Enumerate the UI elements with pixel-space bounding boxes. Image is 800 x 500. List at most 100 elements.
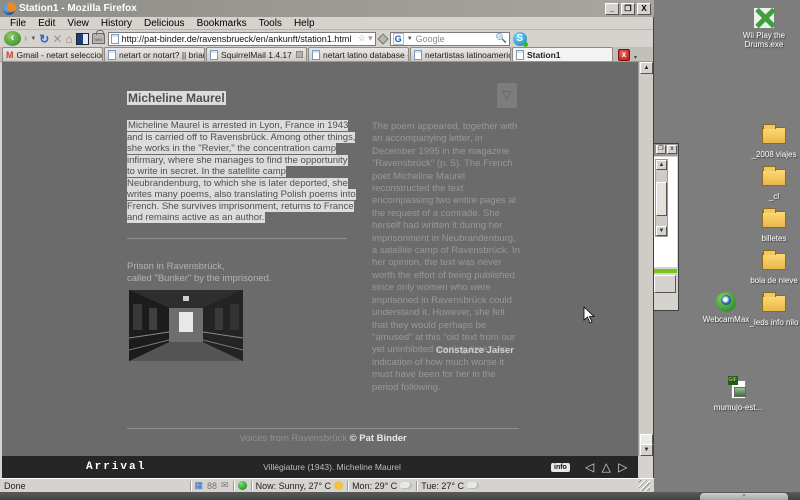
scroll-up-icon[interactable]: ▲: [640, 62, 653, 74]
weather-label: Mon: 29° C: [352, 481, 397, 491]
scroll-down-icon[interactable]: ▼: [640, 444, 653, 456]
titlebar[interactable]: Station1 - Mozilla Firefox _ ❐ X: [0, 0, 654, 17]
page-scroll-down-button[interactable]: ▽: [497, 83, 517, 108]
scroll-down-icon[interactable]: ▼: [656, 226, 667, 236]
desktop-icon-label: bola de nieve: [743, 276, 800, 285]
scroll-thumb[interactable]: [656, 182, 667, 216]
divider: [127, 428, 519, 429]
bio-paragraph: Micheline Maurel is arrested in Lyon, Fr…: [127, 120, 357, 224]
desktop-icon-bola-de-nieve[interactable]: bola de nieve: [743, 250, 800, 285]
vertical-scrollbar[interactable]: ▲ ▼: [638, 62, 653, 456]
search-placeholder[interactable]: Google: [416, 34, 445, 44]
google-engine-icon[interactable]: G: [393, 33, 404, 45]
counter-icon[interactable]: 88: [207, 481, 217, 491]
tab-label: netartistas latinoamericanos: [425, 50, 511, 60]
back-button[interactable]: ‹: [4, 31, 21, 46]
tab-gmail[interactable]: M Gmail - netart seleccion 2 - ...: [2, 47, 103, 61]
weather-tue[interactable]: Tue: 27° C: [421, 481, 479, 491]
menu-file[interactable]: File: [4, 18, 32, 29]
wii-app-icon: [752, 8, 776, 28]
adblock-status-icon[interactable]: [238, 481, 247, 490]
firefox-window: Station1 - Mozilla Firefox _ ❐ X File Ed…: [0, 0, 654, 492]
reload-icon[interactable]: ↻: [39, 32, 49, 46]
scroll-up-icon[interactable]: ▲: [656, 160, 667, 170]
desktop-icon-cl[interactable]: _cl: [743, 166, 800, 201]
skype-icon[interactable]: S: [513, 32, 527, 46]
menubar: File Edit View History Delicious Bookmar…: [0, 17, 653, 30]
footer-link[interactable]: Voices from Ravensbrück: [239, 433, 347, 444]
url-text[interactable]: http://pat-binder.de/ravensbrueck/en/ank…: [122, 34, 352, 44]
menu-bookmarks[interactable]: Bookmarks: [191, 18, 253, 29]
desktop-icon-2008-viajes[interactable]: _2008 viajes: [743, 124, 800, 159]
desktop-icon-billetes[interactable]: billetes: [743, 208, 800, 243]
tab-label: netart latino database --> y...: [323, 50, 409, 60]
close-button[interactable]: X: [637, 3, 651, 15]
background-window-button[interactable]: [654, 275, 676, 293]
tab-list-dropdown-icon[interactable]: ▾: [634, 54, 637, 61]
page-footer: Voices from Ravensbrück © Pat Binder: [127, 433, 519, 444]
search-icon[interactable]: 🔍: [495, 33, 506, 44]
home-icon[interactable]: ⌂: [65, 32, 72, 46]
menu-delicious[interactable]: Delicious: [138, 18, 191, 29]
background-window[interactable]: ❐ x ▲ ▼: [652, 143, 679, 311]
photo-caption: Prison in Ravensbrück, called "Bunker" b…: [127, 261, 272, 285]
resize-grip[interactable]: [639, 480, 650, 491]
stop-icon[interactable]: ✕: [52, 32, 62, 46]
restore-button[interactable]: ❐: [656, 145, 666, 154]
tray-handle[interactable]: ✳: [700, 493, 788, 500]
scrapbook-extension-icon[interactable]: TMG: [92, 33, 105, 44]
tab-label: SquirrelMail 1.4.17: [221, 50, 292, 60]
menu-help[interactable]: Help: [288, 18, 321, 29]
divider: [416, 481, 417, 491]
desktop-icon-label: mumujo-est...: [707, 403, 769, 412]
info-button[interactable]: info: [551, 463, 570, 472]
sidebar-extension-icon[interactable]: [76, 33, 89, 45]
page-favicon: [414, 50, 422, 60]
desktop-icon-leds-info-nilo[interactable]: _leds info nilo: [743, 292, 800, 327]
folder-icon: [762, 127, 786, 147]
tab-netart-latino[interactable]: netart latino database --> y...: [308, 47, 409, 61]
desktop-icon-mumujo[interactable]: mumujo-est...: [707, 380, 769, 412]
nav-arrows[interactable]: ◁ △ ▷: [585, 460, 629, 474]
engine-dropdown-icon[interactable]: ▼: [407, 36, 413, 42]
forward-button[interactable]: ›: [24, 33, 27, 44]
folder-icon: [762, 211, 786, 231]
footer-copyright: © Pat Binder: [350, 433, 407, 444]
tab-station1-active[interactable]: Station1: [512, 47, 613, 61]
addon-icon[interactable]: ▦: [195, 480, 204, 491]
close-icon[interactable]: x: [667, 145, 677, 154]
weather-label: Now: Sunny, 27° C: [256, 481, 331, 491]
bookmark-star-icon[interactable]: ☆ ▾: [358, 33, 373, 44]
tab-label: netart or notart? || brian mac...: [119, 50, 205, 60]
menu-edit[interactable]: Edit: [32, 18, 61, 29]
menu-view[interactable]: View: [61, 18, 95, 29]
tab-menu-icon[interactable]: [296, 51, 303, 58]
history-dropdown-icon[interactable]: ▼: [30, 36, 36, 42]
close-tab-button[interactable]: x: [618, 49, 630, 61]
tab-netart-or-notart[interactable]: netart or notart? || brian mac...: [104, 47, 205, 61]
weather-mon[interactable]: Mon: 29° C: [352, 481, 412, 491]
cloud-icon: [400, 482, 412, 489]
weather-now[interactable]: Now: Sunny, 27° C: [256, 481, 343, 491]
url-bar[interactable]: http://pat-binder.de/ravensbrueck/en/ank…: [108, 32, 376, 46]
tab-squirrelmail[interactable]: SquirrelMail 1.4.17: [206, 47, 307, 61]
taskbar-edge: ✳: [0, 492, 800, 500]
page-navigation-bar: Arrival Villégiature (1943). Micheline M…: [2, 456, 638, 478]
minimize-button[interactable]: _: [605, 3, 619, 15]
tab-label: Station1: [527, 50, 561, 60]
divider: [233, 481, 234, 491]
mail-icon[interactable]: ✉: [221, 480, 229, 491]
search-bar[interactable]: G ▼ Google 🔍: [390, 32, 510, 46]
mini-scrollbar[interactable]: ▲ ▼: [655, 159, 668, 237]
menu-tools[interactable]: Tools: [253, 18, 288, 29]
desktop-icon-wii[interactable]: Wii Play the Drums.exe: [733, 8, 795, 49]
menu-history[interactable]: History: [95, 18, 138, 29]
desktop: Wii Play the Drums.exe _2008 viajes _cl …: [0, 0, 800, 500]
tab-netartistas[interactable]: netartistas latinoamericanos: [410, 47, 511, 61]
page-favicon: [210, 50, 218, 60]
progress-bar: [653, 269, 677, 273]
page-favicon: [108, 50, 116, 60]
maximize-button[interactable]: ❐: [621, 3, 635, 15]
tag-icon[interactable]: [377, 33, 388, 44]
section-label: Arrival: [86, 461, 146, 473]
